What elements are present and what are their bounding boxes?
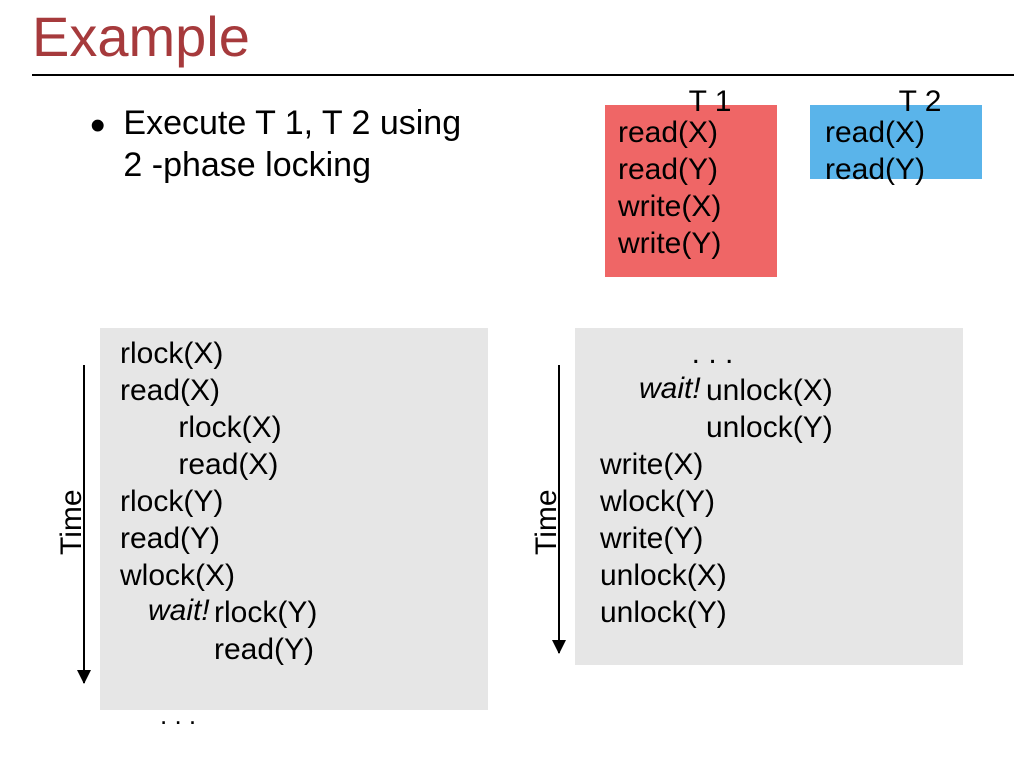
bullet-line2: 2 -phase locking [123, 146, 371, 184]
schedule-right-wait: wait! [639, 372, 701, 406]
bullet-dot-icon: • [90, 112, 105, 140]
schedule-left-wait: wait! [148, 594, 210, 628]
bullet-text: Execute T 1, T 2 using 2 -phase locking [123, 102, 461, 186]
slide: Example • Execute T 1, T 2 using 2 -phas… [0, 0, 1024, 768]
schedule-right-main: write(X) wlock(Y) write(Y) unlock(X) unl… [600, 446, 727, 631]
title-underline [32, 74, 1014, 76]
time-label-left: Time [55, 489, 89, 555]
page-title: Example [32, 4, 250, 69]
schedule-left-main: rlock(X) read(X) rlock(X) read(X) rlock(… [120, 335, 282, 594]
t1-operations: read(X) read(Y) write(X) write(Y) [618, 114, 721, 262]
time-label-right: Time [530, 489, 564, 555]
schedule-right-top: . . . [600, 335, 733, 372]
schedule-right-overlay: unlock(X) unlock(Y) [706, 372, 833, 446]
bullet-line1: Execute T 1, T 2 using [123, 104, 461, 142]
bullet-item: • Execute T 1, T 2 using 2 -phase lockin… [90, 102, 461, 186]
schedule-left-overlay: rlock(Y) read(Y) [214, 594, 317, 668]
t2-operations: read(X) read(Y) [825, 114, 925, 188]
schedule-left-ellipsis: . . . [160, 700, 196, 731]
